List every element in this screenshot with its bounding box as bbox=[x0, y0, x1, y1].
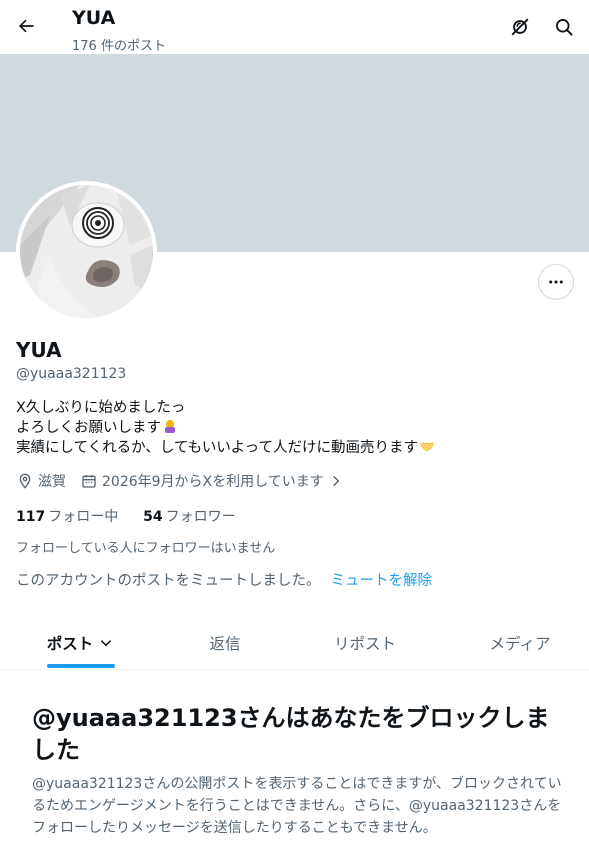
post-count: 176 件のポスト bbox=[72, 39, 166, 54]
more-horizontal-icon bbox=[549, 280, 563, 284]
bio-line-2-row: よろしくお願いします bbox=[16, 418, 435, 438]
arrow-left-icon bbox=[19, 19, 34, 33]
more-options-button[interactable] bbox=[538, 264, 574, 300]
avatar-illustration bbox=[20, 185, 153, 318]
tab-media-label: メディア bbox=[489, 635, 551, 653]
tab-posts-label: ポスト bbox=[46, 635, 94, 653]
followers-count: 54 bbox=[143, 509, 163, 525]
tab-media[interactable]: メディア bbox=[475, 617, 565, 669]
active-tab-indicator bbox=[47, 664, 115, 668]
profile-joined-date[interactable]: 2026年9月からXを利用しています bbox=[102, 471, 324, 491]
tab-replies-label: 返信 bbox=[209, 635, 241, 653]
avatar[interactable] bbox=[16, 181, 157, 322]
chevron-down-icon bbox=[101, 640, 112, 647]
follow-stats: 117 フォロー中 54 フォロワー bbox=[16, 506, 236, 526]
profile-name: YUA bbox=[16, 338, 62, 362]
header-title: YUA bbox=[72, 7, 116, 29]
unmute-link[interactable]: ミュートを解除 bbox=[331, 573, 433, 589]
bio-line-2: よろしくお願いします bbox=[16, 420, 161, 436]
following-label: フォロー中 bbox=[48, 509, 119, 525]
profile-handle: @yuaaa321123 bbox=[16, 366, 127, 382]
mutual-followers-note: フォローしている人にフォロワーはいません bbox=[16, 541, 276, 556]
back-button[interactable] bbox=[8, 8, 44, 44]
profile-tabs: ポスト 返信 リポスト メディア bbox=[0, 617, 589, 670]
blocked-description: @yuaaa321123さんの公開ポストを表示することはできますが、ブロックされ… bbox=[32, 776, 562, 836]
muted-text: このアカウントのポストをミュートしました。 bbox=[16, 573, 321, 589]
search-button[interactable] bbox=[546, 9, 582, 45]
tab-reposts-label: リポスト bbox=[333, 635, 396, 653]
calendar-icon bbox=[80, 472, 98, 490]
muted-notice: このアカウントのポストをミュートしました。 ミュートを解除 bbox=[16, 569, 432, 590]
profile-bio: X久しぶりに始めましたっ よろしくお願いします 実績にしてくれるか、してもいいよ… bbox=[16, 398, 435, 458]
followers-link[interactable]: 54 フォロワー bbox=[143, 509, 235, 525]
tab-reposts[interactable]: リポスト bbox=[320, 617, 410, 669]
following-count: 117 bbox=[16, 509, 46, 525]
blocked-title: @yuaaa321123さんはあなたをブロックしました bbox=[32, 704, 550, 764]
chevron-right-icon[interactable] bbox=[327, 472, 345, 490]
top-bar: YUA 176 件のポスト bbox=[0, 0, 589, 54]
notification-toggle-button[interactable] bbox=[502, 9, 538, 45]
bowing-person-emoji-icon bbox=[165, 420, 175, 433]
heart-hands-emoji-icon bbox=[419, 442, 435, 452]
bio-line-3-row: 実績にしてくれるか、してもいいよって人だけに動画売ります bbox=[16, 438, 435, 458]
search-icon bbox=[556, 19, 573, 36]
tab-replies[interactable]: 返信 bbox=[185, 617, 265, 669]
profile-location: 滋賀 bbox=[38, 474, 66, 490]
profile-meta: 滋賀 2026年9月からXを利用しています bbox=[16, 471, 349, 491]
bio-line-1: X久しぶりに始めましたっ bbox=[16, 400, 186, 416]
bell-off-icon bbox=[511, 18, 529, 36]
bio-line-3: 実績にしてくれるか、してもいいよって人だけに動画売ります bbox=[16, 440, 418, 456]
tab-posts[interactable]: ポスト bbox=[30, 617, 130, 669]
followers-label: フォロワー bbox=[165, 509, 236, 525]
location-icon bbox=[16, 472, 34, 490]
following-link[interactable]: 117 フォロー中 bbox=[16, 509, 118, 525]
